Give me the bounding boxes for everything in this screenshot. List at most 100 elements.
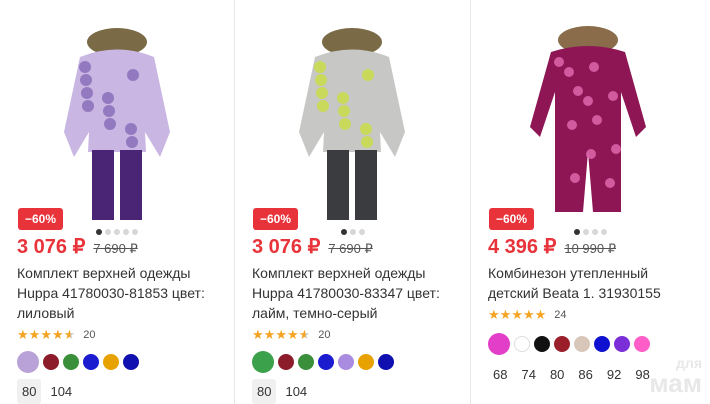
print-spot	[103, 105, 115, 117]
star-icon: ★	[488, 307, 500, 322]
size-list[interactable]: 80 104	[17, 379, 77, 404]
color-swatch[interactable]	[103, 354, 119, 370]
size-option[interactable]: 80	[545, 362, 569, 387]
product-image[interactable]	[10, 22, 225, 226]
rating[interactable]: ★★★★★ 20	[17, 326, 96, 344]
print-spot	[127, 69, 139, 81]
print-spot	[586, 149, 596, 159]
print-spot	[82, 100, 94, 112]
print-spot	[79, 61, 91, 73]
star-rating: ★★★★★	[488, 306, 546, 324]
color-swatch[interactable]	[63, 354, 79, 370]
color-swatches[interactable]	[252, 351, 394, 373]
pants-leg	[120, 150, 142, 220]
size-option[interactable]: 74	[516, 362, 540, 387]
product-title[interactable]: Комплект верхней одежды Huppa 41780030-8…	[252, 263, 462, 323]
color-swatches[interactable]	[17, 351, 139, 373]
print-spot	[589, 62, 599, 72]
color-swatch[interactable]	[358, 354, 374, 370]
color-swatch[interactable]	[298, 354, 314, 370]
print-spot	[608, 91, 618, 101]
color-swatch[interactable]	[534, 336, 550, 352]
size-option[interactable]: 86	[573, 362, 597, 387]
size-list[interactable]: 80 104	[252, 379, 312, 404]
rating[interactable]: ★★★★★ 20	[252, 326, 331, 344]
print-spot	[125, 123, 137, 135]
print-spot	[81, 87, 93, 99]
jumpsuit-body	[530, 46, 646, 212]
print-spot	[605, 178, 615, 188]
old-price: 10 990 ₽	[564, 241, 616, 256]
print-spot	[362, 69, 374, 81]
discount-badge: −60%	[253, 208, 299, 230]
star-icon: ★	[534, 307, 547, 322]
current-price: 4 396 ₽	[488, 236, 557, 258]
price-row: 3 076 ₽ 7 690 ₽	[17, 234, 138, 259]
color-swatch[interactable]	[594, 336, 610, 352]
star-icon: ★	[263, 327, 276, 342]
star-rating: ★★★★★	[252, 326, 310, 344]
old-price: 7 690 ₽	[93, 241, 138, 256]
color-swatch[interactable]	[574, 336, 590, 352]
old-price: 7 690 ₽	[328, 241, 373, 256]
color-swatches[interactable]	[488, 333, 650, 355]
price-row: 4 396 ₽ 10 990 ₽	[488, 234, 616, 259]
print-spot	[316, 87, 328, 99]
print-spot	[80, 74, 92, 86]
star-icon: ★	[252, 327, 264, 342]
color-swatch[interactable]	[278, 354, 294, 370]
print-spot	[611, 144, 621, 154]
size-option[interactable]: 92	[602, 362, 626, 387]
print-spot	[573, 86, 583, 96]
color-swatch[interactable]	[634, 336, 650, 352]
color-swatch[interactable]	[252, 351, 274, 373]
size-option[interactable]: 104	[45, 379, 77, 404]
size-list[interactable]: 68 74 80 86 92 98	[488, 362, 655, 387]
product-grid: −60% 3 076 ₽ 7 690 ₽ Комплект верхней од…	[0, 0, 710, 404]
star-rating: ★★★★★	[17, 326, 75, 344]
star-icon: ★	[275, 327, 287, 342]
jumpsuit-illustration	[530, 26, 646, 212]
print-spot	[314, 61, 326, 73]
size-option[interactable]: 80	[252, 379, 277, 404]
current-price: 3 076 ₽	[252, 236, 321, 258]
print-spot	[567, 120, 577, 130]
color-swatch[interactable]	[17, 351, 39, 373]
star-icon: ★	[286, 327, 299, 342]
color-swatch[interactable]	[83, 354, 99, 370]
review-count: 20	[83, 329, 96, 341]
product-title[interactable]: Комбинезон утепленный детский Beata 1. 3…	[488, 263, 698, 303]
color-swatch[interactable]	[614, 336, 630, 352]
rating[interactable]: ★★★★★ 24	[488, 306, 567, 324]
watermark-line2: мам	[649, 368, 702, 398]
pants-leg	[355, 150, 377, 220]
print-spot	[564, 67, 574, 77]
discount-badge: −60%	[489, 208, 535, 230]
color-swatch[interactable]	[318, 354, 334, 370]
color-swatch[interactable]	[123, 354, 139, 370]
product-image[interactable]	[245, 22, 460, 226]
star-icon: ★	[17, 327, 29, 342]
star-icon: ★	[499, 307, 512, 322]
product-card[interactable]: −60% 3 076 ₽ 7 690 ₽ Комплект верхней од…	[235, 0, 471, 404]
product-title[interactable]: Комплект верхней одежды Huppa 41780030-8…	[17, 263, 227, 323]
color-swatch[interactable]	[488, 333, 510, 355]
pants-leg	[92, 150, 114, 220]
star-icon: ★	[298, 327, 311, 342]
size-option[interactable]: 104	[280, 379, 312, 404]
size-option[interactable]: 68	[488, 362, 512, 387]
star-icon: ★	[28, 327, 41, 342]
print-spot	[592, 115, 602, 125]
print-spot	[337, 92, 349, 104]
color-swatch[interactable]	[378, 354, 394, 370]
product-image[interactable]	[481, 22, 696, 226]
color-swatch[interactable]	[554, 336, 570, 352]
print-spot	[339, 118, 351, 130]
product-card[interactable]: −60% 3 076 ₽ 7 690 ₽ Комплект верхней од…	[0, 0, 235, 404]
size-option[interactable]: 80	[17, 379, 42, 404]
color-swatch[interactable]	[514, 336, 530, 352]
product-card[interactable]: −60% 4 396 ₽ 10 990 ₽ Комбинезон утеплен…	[471, 0, 710, 404]
color-swatch[interactable]	[43, 354, 59, 370]
color-swatch[interactable]	[338, 354, 354, 370]
print-spot	[102, 92, 114, 104]
